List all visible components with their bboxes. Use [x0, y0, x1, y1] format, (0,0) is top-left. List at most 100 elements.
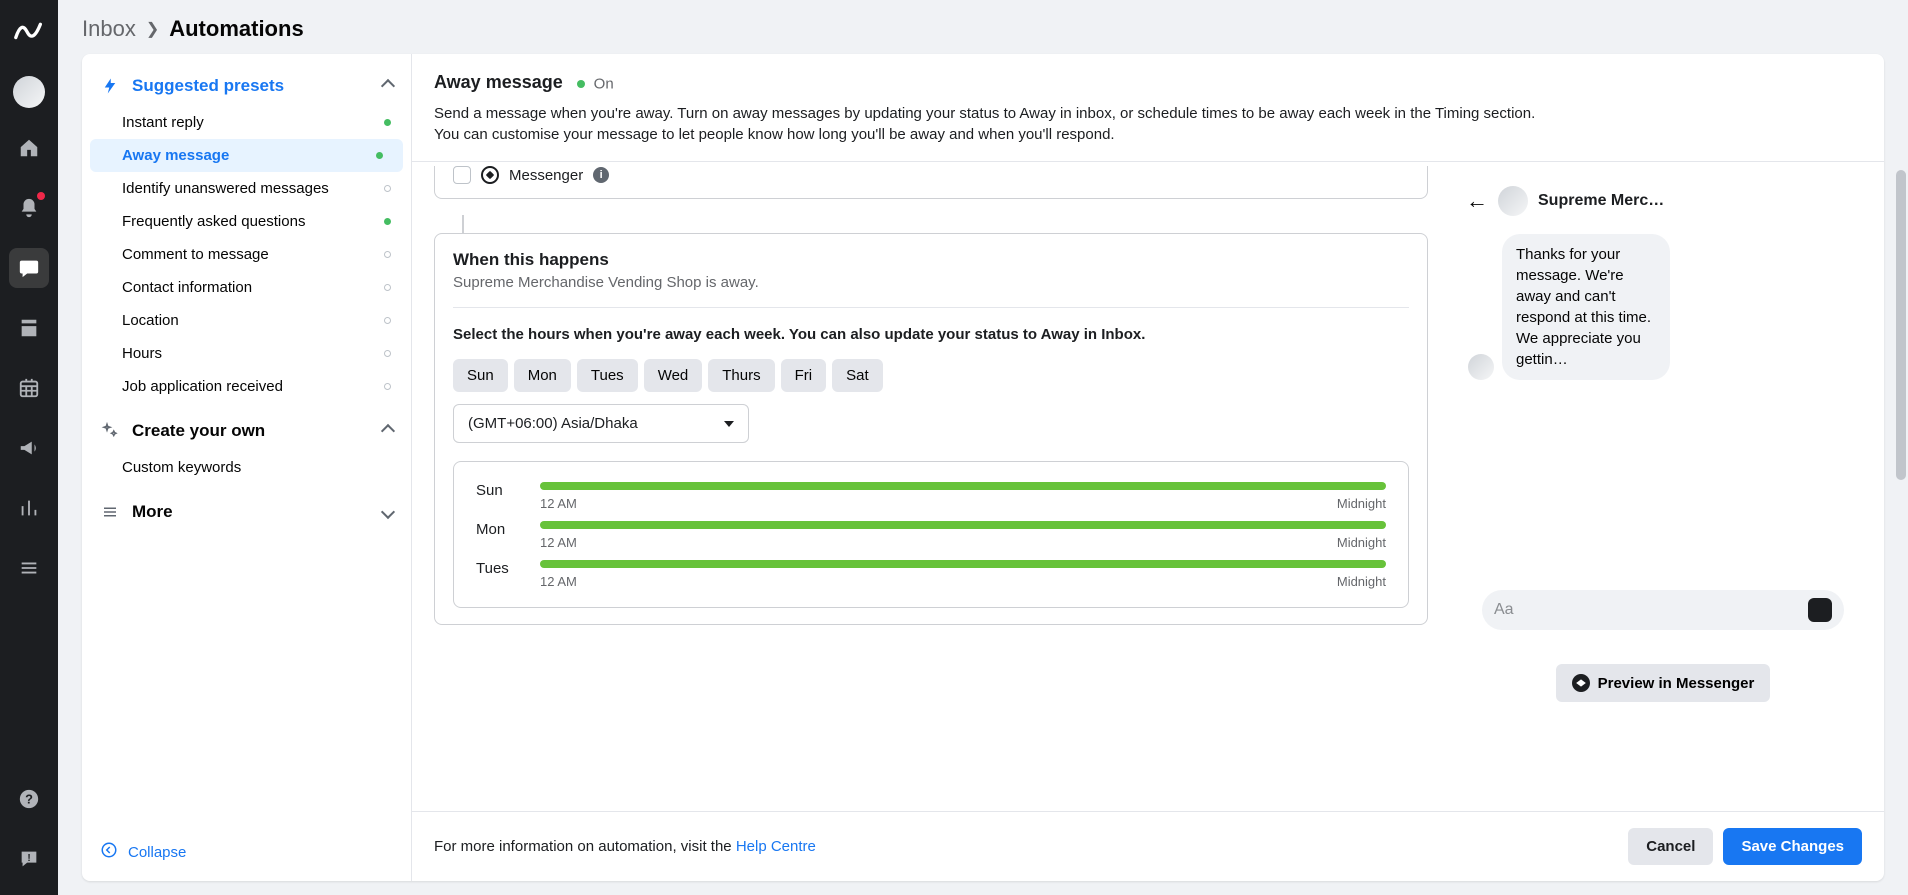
schedule-instruction: Select the hours when you're away each w…: [453, 324, 1409, 345]
day-btn-thurs[interactable]: Thurs: [708, 359, 774, 392]
breadcrumb: Inbox ❯ Automations: [58, 0, 1908, 54]
day-btn-tues[interactable]: Tues: [577, 359, 638, 392]
inbox-icon[interactable]: [9, 248, 49, 288]
breadcrumb-current: Automations: [169, 16, 303, 42]
message-preview-panel: ← Supreme Merc… Thanks for your message.…: [1450, 162, 1884, 811]
preview-message-bubble: Thanks for your message. We're away and …: [1502, 234, 1670, 380]
chevron-down-icon: [381, 505, 395, 519]
timezone-select[interactable]: (GMT+06:00) Asia/Dhaka: [453, 404, 749, 443]
messenger-icon: [481, 166, 499, 184]
schedule-start: 12 AM: [540, 496, 577, 511]
when-subtitle: Supreme Merchandise Vending Shop is away…: [453, 274, 1409, 291]
preview-compose-input[interactable]: Aa: [1482, 590, 1844, 630]
day-btn-fri[interactable]: Fri: [781, 359, 827, 392]
preview-input-placeholder: Aa: [1494, 601, 1514, 619]
chevron-up-icon: [381, 79, 395, 93]
sidebar-item-custom-keywords[interactable]: Custom keywords: [82, 451, 411, 484]
chevron-right-icon: ❯: [146, 19, 159, 39]
automation-header: Away message On Send a message when you'…: [412, 54, 1884, 162]
schedule-row[interactable]: Tues 12 AM Midnight: [476, 560, 1386, 589]
schedule-end: Midnight: [1337, 574, 1386, 589]
schedule-day-label: Tues: [476, 560, 522, 577]
profile-avatar[interactable]: [13, 76, 45, 108]
schedule-row[interactable]: Mon 12 AM Midnight: [476, 521, 1386, 550]
status-text: On: [594, 75, 614, 92]
back-arrow-icon[interactable]: ←: [1466, 188, 1488, 214]
sidebar-item-location[interactable]: Location: [82, 304, 411, 337]
preview-in-messenger-button[interactable]: Preview in Messenger: [1556, 664, 1771, 702]
create-your-own-header[interactable]: Create your own: [82, 411, 411, 451]
global-nav-rail: ? !: [0, 0, 58, 895]
schedule-end: Midnight: [1337, 535, 1386, 550]
schedule-day-label: Mon: [476, 521, 522, 538]
status-dot-icon: [577, 80, 585, 88]
automations-sidebar: Suggested presets Instant reply Away mes…: [82, 54, 412, 881]
channel-card: Messenger i: [434, 166, 1428, 199]
message-avatar: [1468, 354, 1494, 380]
posts-icon[interactable]: [9, 308, 49, 348]
flow-connector: [462, 215, 464, 233]
when-title: When this happens: [453, 250, 1409, 270]
calendar-icon[interactable]: [9, 368, 49, 408]
info-icon[interactable]: i: [593, 167, 609, 183]
suggested-presets-header[interactable]: Suggested presets: [82, 66, 411, 106]
schedule-bar[interactable]: [540, 521, 1386, 529]
when-this-happens-card: When this happens Supreme Merchandise Ve…: [434, 233, 1428, 625]
collapse-button[interactable]: Collapse: [100, 841, 393, 863]
day-btn-sun[interactable]: Sun: [453, 359, 508, 392]
schedule-start: 12 AM: [540, 574, 577, 589]
schedule-bar[interactable]: [540, 560, 1386, 568]
weekly-schedule: Sun 12 AM Midnight Mon: [453, 461, 1409, 608]
sidebar-item-faq[interactable]: Frequently asked questions: [82, 205, 411, 238]
sidebar-item-away-message[interactable]: Away message: [90, 139, 403, 172]
sidebar-item-hours[interactable]: Hours: [82, 337, 411, 370]
sidebar-item-identify-unanswered[interactable]: Identify unanswered messages: [82, 172, 411, 205]
notification-badge: [37, 192, 45, 200]
chevron-up-icon: [381, 424, 395, 438]
footer-action-bar: For more information on automation, visi…: [412, 811, 1884, 881]
messenger-checkbox[interactable]: [453, 166, 471, 184]
breadcrumb-parent[interactable]: Inbox: [82, 16, 136, 42]
day-btn-sat[interactable]: Sat: [832, 359, 883, 392]
feedback-icon[interactable]: !: [9, 839, 49, 879]
list-icon: [100, 502, 120, 522]
timezone-value: (GMT+06:00) Asia/Dhaka: [468, 415, 638, 432]
svg-text:?: ?: [25, 792, 33, 807]
automation-title: Away message: [434, 72, 563, 93]
save-changes-button[interactable]: Save Changes: [1723, 828, 1862, 865]
home-icon[interactable]: [9, 128, 49, 168]
messenger-icon: [1572, 674, 1590, 692]
more-header[interactable]: More: [82, 492, 411, 532]
schedule-row[interactable]: Sun 12 AM Midnight: [476, 482, 1386, 511]
day-button-group: Sun Mon Tues Wed Thurs Fri Sat: [453, 359, 1409, 392]
cancel-button[interactable]: Cancel: [1628, 828, 1713, 865]
meta-logo-icon[interactable]: [12, 16, 46, 50]
svg-text:!: !: [27, 853, 30, 864]
ads-icon[interactable]: [9, 428, 49, 468]
sidebar-item-contact-info[interactable]: Contact information: [82, 271, 411, 304]
day-btn-mon[interactable]: Mon: [514, 359, 571, 392]
caret-down-icon: [724, 421, 734, 427]
help-icon[interactable]: ?: [9, 779, 49, 819]
sidebar-item-job-application[interactable]: Job application received: [82, 370, 411, 403]
sparkle-icon: [100, 421, 120, 441]
sidebar-item-instant-reply[interactable]: Instant reply: [82, 106, 411, 139]
collapse-icon: [100, 841, 118, 863]
insights-icon[interactable]: [9, 488, 49, 528]
scrollbar[interactable]: [1894, 170, 1908, 879]
help-centre-link[interactable]: Help Centre: [736, 838, 816, 855]
schedule-day-label: Sun: [476, 482, 522, 499]
schedule-bar[interactable]: [540, 482, 1386, 490]
automation-description: Send a message when you're away. Turn on…: [434, 103, 1544, 145]
messenger-label: Messenger: [509, 167, 583, 184]
sticker-icon[interactable]: [1808, 598, 1832, 622]
sidebar-item-comment-to-message[interactable]: Comment to message: [82, 238, 411, 271]
preview-avatar: [1498, 186, 1528, 216]
preview-shop-name: Supreme Merc…: [1538, 192, 1664, 210]
help-text: For more information on automation, visi…: [434, 838, 816, 855]
bolt-icon: [100, 76, 120, 96]
schedule-end: Midnight: [1337, 496, 1386, 511]
all-tools-icon[interactable]: [9, 548, 49, 588]
day-btn-wed[interactable]: Wed: [644, 359, 703, 392]
schedule-start: 12 AM: [540, 535, 577, 550]
